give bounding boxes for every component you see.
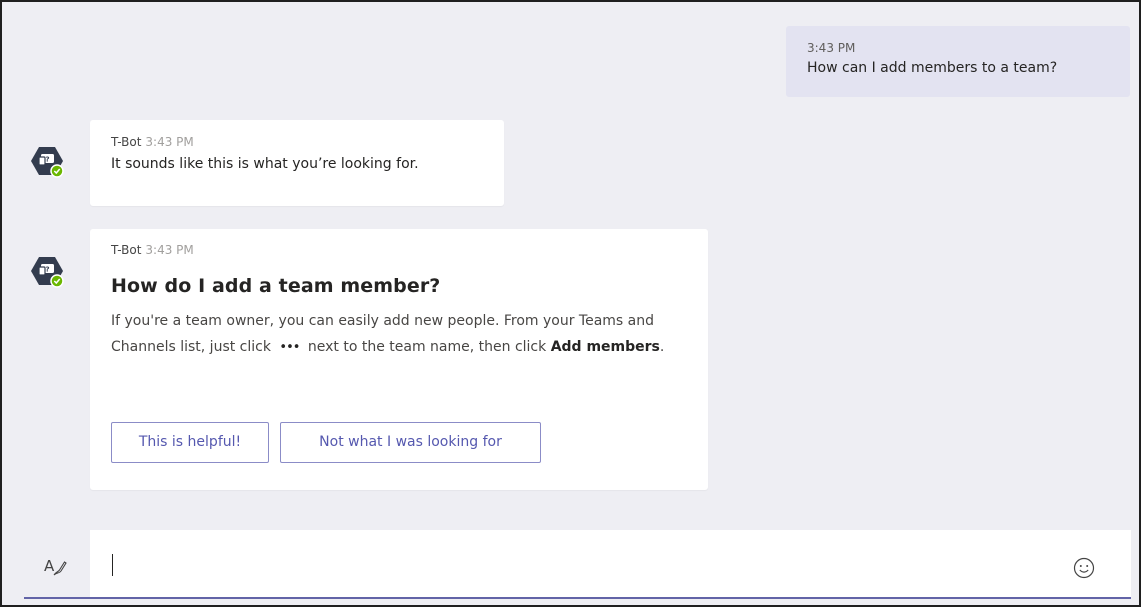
bot-help-icon: ? [31, 147, 64, 178]
text-caret [112, 554, 113, 576]
more-options-icon: ••• [279, 340, 300, 355]
compose-focus-underline [24, 597, 1131, 599]
svg-text:?: ? [45, 266, 49, 274]
card-body-bold: Add members [550, 339, 660, 355]
not-helpful-button[interactable]: Not what I was looking for [280, 422, 541, 463]
bot-avatar[interactable]: ? [30, 256, 64, 288]
message-time: 3:43 PM [145, 135, 194, 149]
message-time: 3:43 PM [145, 243, 194, 257]
bot-message-text: It sounds like this is what you’re looki… [111, 156, 419, 172]
card-title: How do I add a team member? [111, 275, 441, 297]
card-body-end: . [659, 339, 665, 355]
card-actions: This is helpful! Not what I was looking … [111, 422, 541, 463]
sent-message-time: 3:43 PM [807, 41, 856, 55]
message-meta: T-Bot 3:43 PM [111, 242, 688, 258]
bot-message: T-Bot 3:43 PM It sounds like this is what… [90, 120, 504, 206]
svg-text:?: ? [45, 156, 49, 164]
card-body-text: next to the team name, then click [307, 339, 547, 355]
chat-window: 3:43 PM How can I add members to a team?… [0, 0, 1141, 607]
sent-message: 3:43 PM How can I add members to a team? [786, 26, 1130, 97]
emoji-icon[interactable] [1073, 557, 1095, 579]
helpful-button[interactable]: This is helpful! [111, 422, 269, 463]
compose-box [90, 530, 1131, 599]
compose-toolbar: A [24, 530, 86, 599]
sender-name: T-Bot [111, 243, 142, 257]
svg-text:A: A [44, 557, 55, 575]
message-meta: T-Bot 3:43 PM [111, 134, 484, 150]
message-input[interactable] [110, 548, 1050, 582]
card-body: If you're a team owner, you can easily a… [111, 308, 691, 361]
sender-name: T-Bot [111, 135, 142, 149]
bot-avatar[interactable]: ? [30, 146, 64, 178]
bot-card-message: T-Bot 3:43 PM How do I add a team member?… [90, 229, 708, 490]
format-text-icon[interactable]: A [44, 556, 68, 578]
bot-help-icon: ? [31, 257, 64, 288]
sent-message-text: How can I add members to a team? [807, 60, 1058, 76]
